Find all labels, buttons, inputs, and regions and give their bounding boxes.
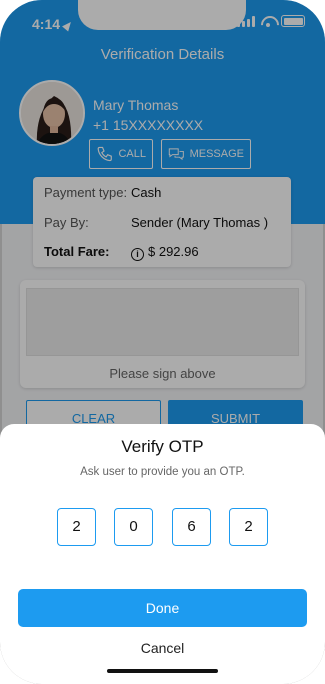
otp-digit-1[interactable]: 2 [57,508,96,546]
otp-digit-2[interactable]: 0 [114,508,153,546]
home-indicator [107,669,218,673]
done-button[interactable]: Done [18,589,307,627]
otp-digit-4[interactable]: 2 [229,508,268,546]
verify-otp-sheet: Verify OTP Ask user to provide you an OT… [0,424,325,684]
cancel-button[interactable]: Cancel [0,640,325,656]
phone-frame: 4:14 Verification Details Mary Thomas +1… [0,0,325,684]
otp-digit-3[interactable]: 6 [172,508,211,546]
otp-sheet-title: Verify OTP [121,437,204,456]
otp-sheet-subtitle: Ask user to provide you an OTP. [80,466,245,478]
